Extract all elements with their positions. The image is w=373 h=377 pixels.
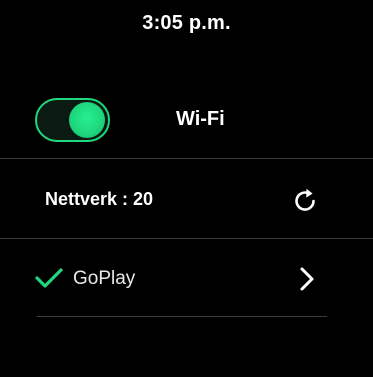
- refresh-icon[interactable]: [290, 186, 320, 216]
- wifi-toggle-knob: [69, 102, 105, 138]
- wifi-toggle[interactable]: [35, 98, 110, 142]
- divider: [0, 158, 373, 159]
- check-icon: [35, 268, 63, 288]
- divider: [37, 316, 327, 317]
- wifi-label: Wi-Fi: [176, 108, 225, 130]
- chevron-right-icon[interactable]: [296, 266, 318, 292]
- divider: [0, 238, 373, 239]
- networks-header-row: Nettverk : 20: [0, 178, 373, 222]
- networks-count-label: Nettverk : 20: [45, 189, 154, 209]
- network-item[interactable]: GoPlay: [0, 256, 373, 302]
- wifi-row: Wi-Fi: [0, 94, 373, 146]
- network-name: GoPlay: [73, 268, 136, 289]
- status-time: 3:05 p.m.: [142, 12, 231, 34]
